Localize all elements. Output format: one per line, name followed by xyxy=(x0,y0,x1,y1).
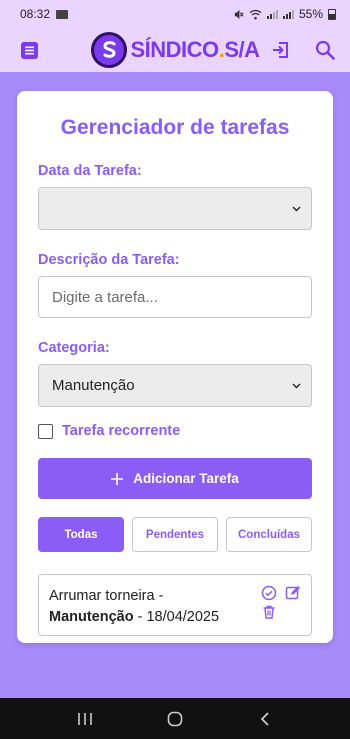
task-date: 18/04/2025 xyxy=(146,609,220,625)
task-category: Manutenção xyxy=(49,609,134,625)
menu-button[interactable] xyxy=(16,37,42,63)
mute-icon xyxy=(234,9,244,19)
task-title: Arrumar torneira xyxy=(49,588,155,604)
card-title: Gerenciador de tarefas xyxy=(60,116,290,139)
category-label: Categoria: xyxy=(38,340,110,356)
back-icon xyxy=(260,711,269,726)
menu-icon xyxy=(20,41,38,59)
gallery-notification-icon xyxy=(56,9,69,19)
trash-icon[interactable] xyxy=(261,604,277,620)
filter-pending[interactable]: Pendentes xyxy=(132,517,218,552)
task-item: Arrumar torneira - Manutenção - 18/04/20… xyxy=(38,574,312,636)
wifi-icon xyxy=(249,9,262,19)
filter-done[interactable]: Concluídas xyxy=(226,517,312,552)
recurrent-row: Tarefa recorrente xyxy=(38,423,312,439)
task-text: Arrumar torneira - Manutenção - 18/04/20… xyxy=(49,588,220,625)
battery-icon xyxy=(328,8,336,20)
add-task-label: Adicionar Tarefa xyxy=(133,471,239,486)
battery-percent: 55% xyxy=(298,7,323,21)
task-actions xyxy=(261,585,301,620)
recurrent-label: Tarefa recorrente xyxy=(62,423,181,439)
home-icon xyxy=(167,711,183,726)
logout-button[interactable] xyxy=(268,37,294,63)
status-bar: 08:32 55% xyxy=(0,0,350,28)
chevron-down-icon xyxy=(292,383,301,388)
category-select[interactable]: Manutenção xyxy=(38,364,312,407)
complete-icon[interactable] xyxy=(261,585,277,601)
logout-icon xyxy=(273,42,288,58)
app-header: SÍNDICO.S/A xyxy=(0,28,350,72)
date-label: Data da Tarefa: xyxy=(38,163,142,179)
category-value: Manutenção xyxy=(52,377,135,394)
recents-button[interactable] xyxy=(65,704,105,734)
filter-all[interactable]: Todas xyxy=(38,517,124,552)
signal-2-icon xyxy=(282,9,294,19)
plus-icon xyxy=(111,472,124,485)
system-nav-bar xyxy=(0,698,350,739)
description-placeholder: Digite a tarefa... xyxy=(52,288,158,306)
brand: SÍNDICO.S/A xyxy=(90,32,261,68)
recurrent-checkbox[interactable] xyxy=(38,423,53,439)
brand-logo xyxy=(90,32,127,68)
signal-1-icon xyxy=(266,9,278,19)
description-input[interactable]: Digite a tarefa... xyxy=(38,276,312,318)
chevron-down-icon xyxy=(292,206,301,211)
filter-tabs: Todas Pendentes Concluídas xyxy=(38,517,312,552)
search-icon xyxy=(315,40,335,60)
task-manager-card: Gerenciador de tarefas Data da Tarefa: D… xyxy=(17,91,333,643)
add-task-button[interactable]: Adicionar Tarefa xyxy=(38,458,312,499)
edit-icon[interactable] xyxy=(285,585,301,601)
back-button[interactable] xyxy=(245,704,285,734)
description-label: Descrição da Tarefa: xyxy=(38,252,180,268)
search-button[interactable] xyxy=(312,37,338,63)
status-time: 08:32 xyxy=(20,7,51,21)
home-button[interactable] xyxy=(155,704,195,734)
recents-icon xyxy=(78,712,92,725)
brand-name: SÍNDICO.S/A xyxy=(130,37,261,62)
date-select[interactable] xyxy=(38,187,312,230)
